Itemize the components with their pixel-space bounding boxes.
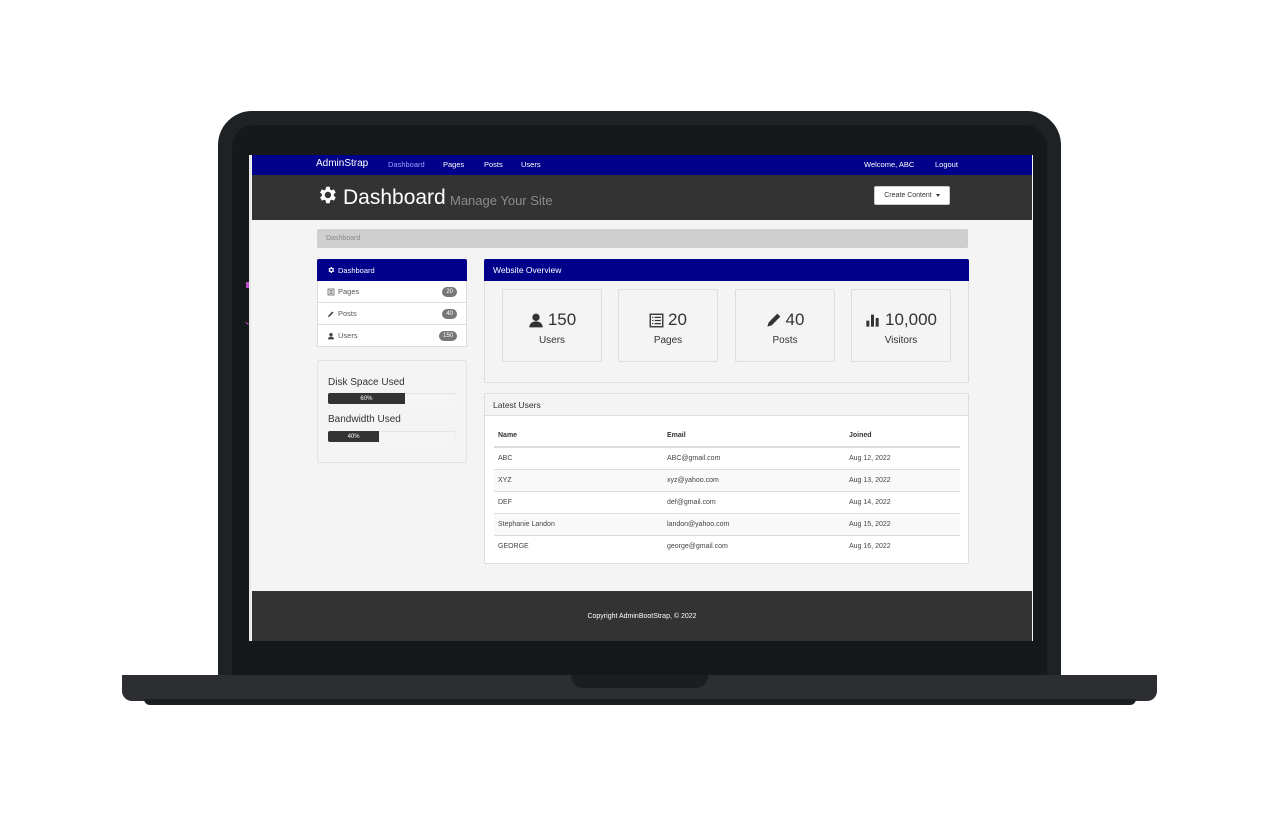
user-name: GEORGE	[494, 535, 663, 557]
panel-title: Latest Users	[485, 394, 968, 416]
disk-space-progress: 60%	[328, 393, 456, 404]
stat-label: Users	[538, 335, 566, 346]
user-name: Stephanie Landon	[494, 513, 663, 536]
list-icon	[649, 313, 664, 327]
user-joined: Aug 16, 2022	[845, 535, 960, 557]
sidebar-item-label: Pages	[338, 287, 360, 296]
stat-value: 10,000	[885, 310, 937, 329]
laptop-notch	[571, 675, 708, 688]
screen-top-strip	[249, 147, 1033, 155]
laptop-foot	[144, 699, 1136, 705]
top-navbar: AdminStrap Dashboard Pages Posts Users W…	[252, 155, 1032, 175]
pencil-icon	[328, 311, 334, 317]
breadcrumb: Dashboard	[317, 229, 968, 248]
user-email: ABC@gmail.com	[663, 446, 845, 470]
table-row[interactable]: ABC ABC@gmail.com Aug 12, 2022	[494, 446, 960, 470]
table-row[interactable]: DEF def@gmail.com Aug 14, 2022	[494, 491, 960, 514]
sidebar-item-label: Users	[338, 331, 358, 340]
breadcrumb-item[interactable]: Dashboard	[326, 235, 360, 242]
column-header: Name	[494, 424, 663, 448]
user-icon	[328, 332, 334, 339]
stat-posts: 40 Posts	[735, 289, 835, 362]
count-badge: 150	[438, 331, 457, 341]
table-header-row: Name Email Joined	[494, 424, 960, 448]
sidebar-item-posts[interactable]: Posts 40	[317, 303, 467, 325]
sidebar-item-users[interactable]: Users 150	[317, 325, 467, 347]
user-icon	[529, 313, 543, 328]
gear-icon	[320, 186, 336, 204]
user-joined: Aug 15, 2022	[845, 513, 960, 536]
sidebar-item-dashboard[interactable]: Dashboard	[317, 259, 467, 281]
panel-title: Website Overview	[484, 259, 969, 281]
sidebar-item-label: Posts	[338, 309, 357, 318]
stat-value: 20	[668, 310, 687, 329]
user-name: ABC	[494, 446, 663, 470]
welcome-link[interactable]: Welcome, ABC	[864, 160, 914, 169]
user-email: xyz@yahoo.com	[663, 469, 845, 492]
bandwidth-progress-fill: 40%	[328, 431, 380, 442]
column-header: Email	[663, 424, 845, 448]
create-content-button[interactable]: Create Content	[874, 186, 950, 205]
create-content-label: Create Content	[884, 192, 932, 199]
user-email: george@gmail.com	[663, 535, 845, 557]
count-badge: 20	[442, 287, 457, 297]
stat-value: 150	[547, 310, 577, 329]
column-header: Joined	[845, 424, 960, 448]
table-row[interactable]: XYZ xyz@yahoo.com Aug 13, 2022	[494, 469, 960, 492]
page-footer: Copyright AdminBootStrap, © 2022	[252, 591, 1032, 641]
user-email: landon@yahoo.com	[663, 513, 845, 536]
website-overview-panel: Website Overview 150 Users 20 Pages 40 P…	[484, 259, 969, 383]
nav-pages[interactable]: Pages	[443, 160, 464, 169]
sidebar-item-label: Dashboard	[338, 265, 375, 275]
users-table: Name Email Joined ABC ABC@gmail.com Aug …	[494, 424, 960, 557]
user-joined: Aug 13, 2022	[845, 469, 960, 492]
sidebar-item-pages[interactable]: Pages 20	[317, 281, 467, 303]
stat-users: 150 Users	[502, 289, 602, 362]
caret-down-icon	[935, 194, 940, 197]
list-icon	[327, 288, 335, 295]
screen: AdminStrap Dashboard Pages Posts Users W…	[249, 147, 1033, 641]
user-email: def@gmail.com	[663, 491, 845, 514]
overview-body: 150 Users 20 Pages 40 Posts 10,000 Visit…	[485, 281, 968, 382]
stat-pages: 20 Pages	[618, 289, 718, 362]
screen-edge	[249, 155, 251, 641]
count-badge: 40	[442, 309, 457, 319]
user-name: DEF	[494, 491, 663, 514]
user-name: XYZ	[494, 469, 663, 492]
table-row[interactable]: GEORGE george@gmail.com Aug 16, 2022	[494, 535, 960, 557]
latest-users-panel: Latest Users Name Email Joined ABC ABC@g…	[484, 393, 969, 564]
table-row[interactable]: Stephanie Landon landon@yahoo.com Aug 15…	[494, 513, 960, 536]
page-header: Dashboard Manage Your Site Create Conten…	[252, 175, 1032, 220]
page-title: Dashboard	[343, 186, 446, 209]
bandwidth-label: Bandwidth Used	[328, 414, 401, 425]
sidebar-menu: Dashboard Pages 20 Posts 40 Users 150	[317, 259, 467, 347]
page-subtitle: Manage Your Site	[450, 193, 553, 208]
logout-link[interactable]: Logout	[935, 160, 958, 169]
user-joined: Aug 14, 2022	[845, 491, 960, 514]
stat-label: Visitors	[884, 335, 918, 346]
disk-space-progress-fill: 60%	[328, 393, 405, 404]
stat-label: Pages	[653, 335, 683, 346]
pencil-icon	[766, 313, 780, 327]
gear-icon	[328, 267, 335, 273]
stat-label: Posts	[772, 335, 798, 346]
nav-users[interactable]: Users	[521, 160, 541, 169]
nav-posts[interactable]: Posts	[484, 160, 503, 169]
brand-link[interactable]: AdminStrap	[316, 158, 368, 169]
copyright-text: Copyright AdminBootStrap, © 2022	[587, 612, 697, 620]
usage-well: Disk Space Used 60% Bandwidth Used 40%	[317, 360, 467, 463]
nav-dashboard[interactable]: Dashboard	[388, 160, 425, 169]
user-joined: Aug 12, 2022	[845, 446, 960, 470]
disk-space-label: Disk Space Used	[328, 377, 405, 388]
bar-chart-icon	[866, 314, 879, 327]
stat-value: 40	[785, 310, 805, 329]
bandwidth-progress: 40%	[328, 431, 456, 442]
stat-visitors: 10,000 Visitors	[851, 289, 951, 362]
